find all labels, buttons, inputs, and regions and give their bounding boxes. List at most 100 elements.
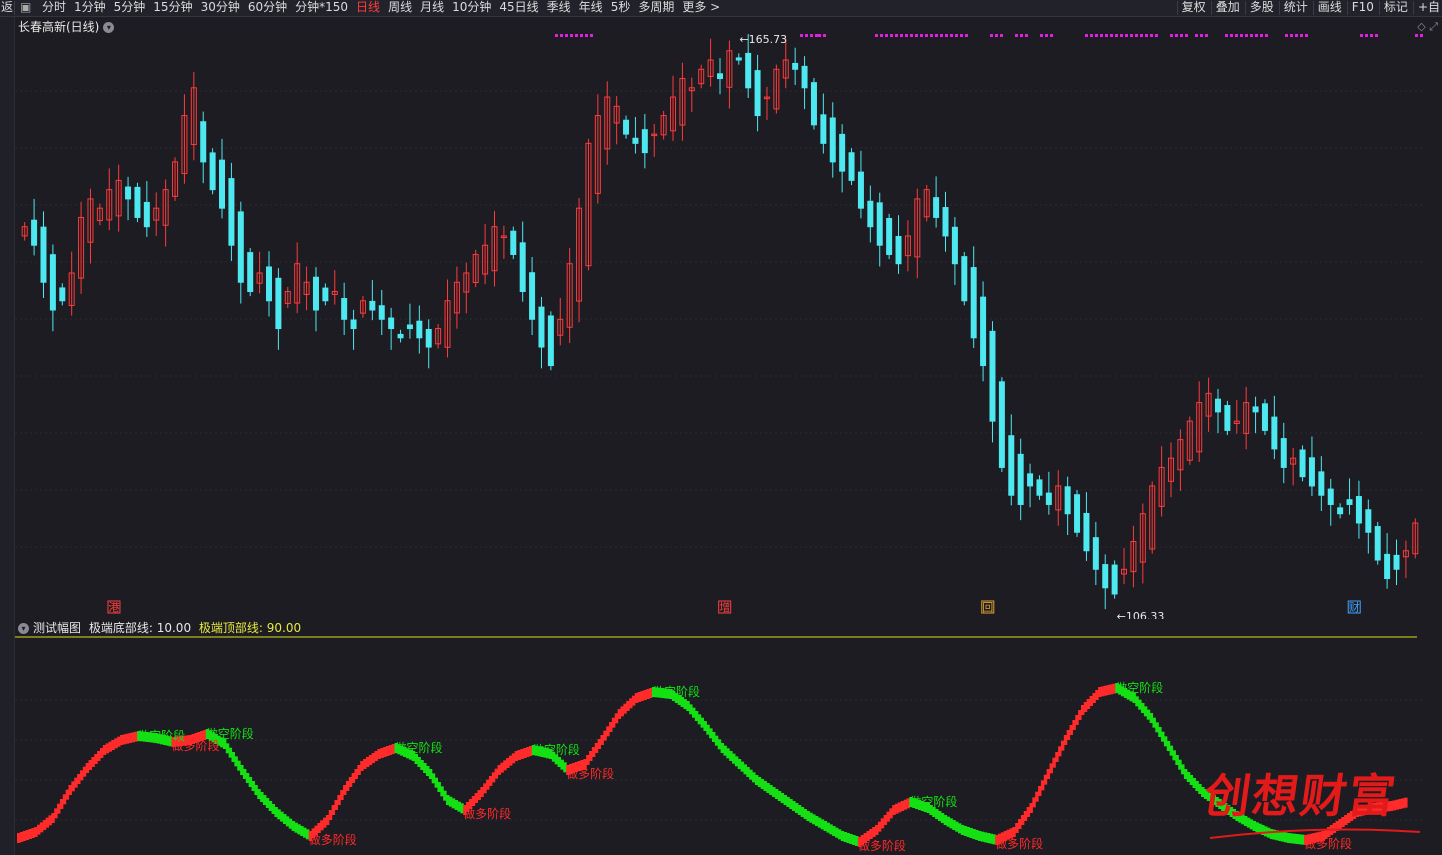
- period-tab[interactable]: 30分钟: [201, 0, 240, 15]
- candle: [632, 116, 639, 154]
- period-tab[interactable]: 分钟*150: [295, 0, 348, 15]
- candle: [726, 40, 733, 109]
- toolbar-action[interactable]: +自: [1418, 0, 1440, 15]
- toolbar-action[interactable]: 叠加: [1216, 0, 1240, 15]
- candle: [538, 296, 545, 369]
- toolbar-action[interactable]: 复权: [1182, 0, 1206, 15]
- toolbar-divider: [1244, 1, 1246, 15]
- candle: [96, 203, 103, 226]
- toolbar-divider: [1278, 1, 1280, 15]
- event-marker[interactable]: 增: [718, 600, 732, 614]
- candle: [1224, 400, 1231, 436]
- candle: [651, 123, 658, 157]
- long-phase-label: 做多阶段: [463, 806, 511, 821]
- period-tab[interactable]: 1分钟: [74, 0, 106, 15]
- candle: [1337, 503, 1344, 519]
- candle: [1111, 560, 1118, 599]
- candle: [162, 179, 169, 247]
- candle: [1205, 377, 1212, 432]
- svg-text:财: 财: [1349, 600, 1360, 614]
- candle: [209, 148, 216, 195]
- long-phase-label: 做多阶段: [858, 838, 906, 853]
- period-tab[interactable]: 年线: [579, 0, 603, 15]
- candlestick-chart[interactable]: ←165.73 ←106.33 港 增 回 财: [15, 34, 1425, 619]
- event-marker[interactable]: 回: [981, 600, 995, 614]
- candle: [1327, 478, 1334, 526]
- candle: [1384, 533, 1391, 589]
- candle: [1346, 478, 1353, 515]
- period-tab[interactable]: 45日线: [499, 0, 538, 15]
- candle: [1036, 475, 1043, 500]
- expand-icon[interactable]: ⤢: [1429, 20, 1438, 33]
- toolbar-action[interactable]: 多股: [1250, 0, 1274, 15]
- candle: [670, 75, 677, 141]
- period-tab[interactable]: 日线: [356, 0, 380, 15]
- candle: [1064, 476, 1071, 536]
- candle: [1374, 521, 1381, 565]
- period-tab[interactable]: 季线: [547, 0, 571, 15]
- period-tab[interactable]: 分时: [42, 0, 66, 15]
- period-tab[interactable]: 周线: [388, 0, 412, 15]
- candle: [933, 176, 940, 228]
- candle: [1290, 447, 1297, 486]
- period-tab[interactable]: 更多 >: [682, 0, 720, 15]
- candle: [406, 303, 413, 339]
- toolbar-action[interactable]: F10: [1352, 0, 1374, 15]
- event-marker[interactable]: 港: [107, 600, 121, 614]
- period-tab[interactable]: 月线: [420, 0, 444, 15]
- candle: [735, 53, 742, 65]
- back-button[interactable]: 返: [1, 0, 13, 15]
- candle: [59, 283, 66, 306]
- candle: [604, 81, 611, 165]
- candle: [284, 286, 291, 309]
- candle: [1149, 481, 1156, 554]
- candle: [829, 102, 836, 178]
- short-phase-label: 做空阶段: [206, 726, 254, 741]
- candle: [782, 38, 789, 89]
- candle: [1045, 471, 1052, 515]
- candle: [153, 192, 160, 236]
- toolbar-action[interactable]: 标记: [1384, 0, 1408, 15]
- period-tab[interactable]: 5秒: [611, 0, 631, 15]
- toolbar-divider: [1378, 1, 1380, 15]
- candle: [87, 188, 94, 264]
- candle: [1412, 518, 1419, 559]
- event-marker[interactable]: 财: [1347, 600, 1361, 614]
- candle: [500, 225, 507, 259]
- candle: [31, 198, 38, 256]
- diamond-icon[interactable]: ◇: [1417, 20, 1425, 33]
- candle: [839, 124, 846, 193]
- candle: [1402, 540, 1409, 579]
- period-tab[interactable]: 60分钟: [248, 0, 287, 15]
- high-price-label: ←165.73: [739, 34, 787, 46]
- signal-marks: [555, 34, 1423, 37]
- candle: [1318, 456, 1325, 511]
- long-phase-label: 做多阶段: [1304, 836, 1352, 851]
- candle: [717, 58, 723, 95]
- candle: [1355, 480, 1362, 539]
- candle: [1243, 386, 1250, 450]
- candle: [867, 185, 874, 243]
- chevron-down-icon[interactable]: ▾: [103, 22, 115, 33]
- period-tab[interactable]: 10分钟: [452, 0, 491, 15]
- candle: [322, 283, 329, 306]
- candle: [801, 56, 808, 110]
- toolbar-action[interactable]: 统计: [1284, 0, 1308, 15]
- toolbar-divider: [1210, 1, 1212, 15]
- period-tab[interactable]: 多周期: [638, 0, 674, 15]
- toolbar-action[interactable]: 画线: [1318, 0, 1342, 15]
- period-tab[interactable]: 5分钟: [114, 0, 146, 15]
- candle: [491, 210, 498, 287]
- candle: [594, 94, 601, 204]
- candle: [219, 138, 226, 219]
- candle: [143, 181, 150, 237]
- candle: [482, 223, 489, 285]
- candle: [820, 93, 827, 154]
- chart-title-row: 长春高新(日线) ▾: [18, 18, 115, 35]
- candle: [388, 307, 395, 350]
- candle: [106, 168, 113, 231]
- candle: [510, 226, 517, 260]
- svg-text:增: 增: [719, 600, 730, 614]
- period-tab[interactable]: 15分钟: [153, 0, 192, 15]
- layout-icon[interactable]: ▣: [20, 0, 31, 15]
